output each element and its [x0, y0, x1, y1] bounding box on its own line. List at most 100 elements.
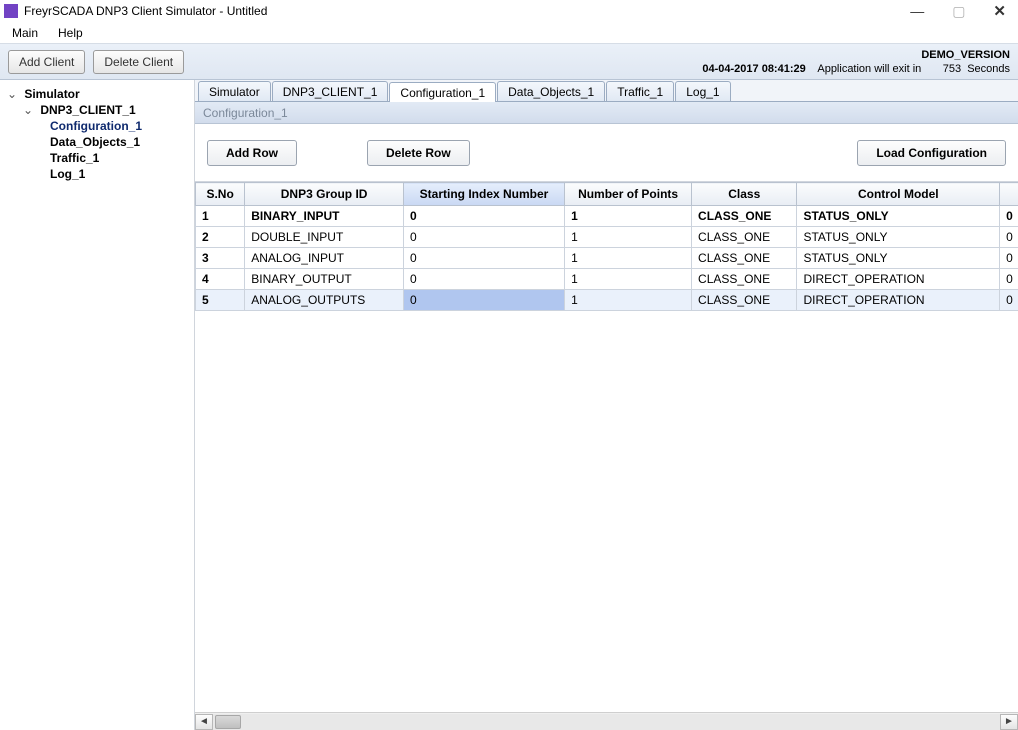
table-scroll[interactable]: S.NoDNP3 Group IDStarting Index NumberNu… [195, 182, 1018, 712]
table-cell[interactable]: 3 [196, 248, 245, 269]
status-datetime: 04-04-2017 08:41:29 [702, 63, 805, 75]
table-cell[interactable]: BINARY_OUTPUT [245, 269, 404, 290]
tab-log[interactable]: Log_1 [675, 81, 730, 101]
app-icon [4, 4, 18, 18]
tab-bar: Simulator DNP3_CLIENT_1 Configuration_1 … [195, 80, 1018, 102]
tree-client[interactable]: ⌄ DNP3_CLIENT_1 [16, 102, 194, 118]
table-cell[interactable]: CLASS_ONE [692, 290, 797, 311]
menu-main[interactable]: Main [8, 24, 42, 42]
table-cell[interactable]: 0 [1000, 290, 1018, 311]
titlebar: FreyrSCADA DNP3 Client Simulator - Untit… [0, 0, 1018, 22]
tree-configuration[interactable]: Configuration_1 [48, 118, 194, 134]
pane-header: Configuration_1 [195, 102, 1018, 124]
table-cell[interactable]: 0 [1000, 227, 1018, 248]
close-button[interactable]: ✕ [993, 2, 1006, 20]
tree-data-objects[interactable]: Data_Objects_1 [48, 134, 194, 150]
table-cell[interactable]: BINARY_INPUT [245, 206, 404, 227]
table-row[interactable]: 4BINARY_OUTPUT01CLASS_ONEDIRECT_OPERATIO… [196, 269, 1018, 290]
column-header[interactable]: Number of Points [565, 183, 692, 206]
table-cell[interactable]: ANALOG_INPUT [245, 248, 404, 269]
tree-traffic-label: Traffic_1 [48, 151, 101, 165]
table-row[interactable]: 3ANALOG_INPUT01CLASS_ONESTATUS_ONLY00 [196, 248, 1018, 269]
table-cell[interactable]: 0 [1000, 248, 1018, 269]
table-cell[interactable]: 1 [565, 227, 692, 248]
table-header-row: S.NoDNP3 Group IDStarting Index NumberNu… [196, 183, 1018, 206]
table-cell[interactable]: CLASS_ONE [692, 248, 797, 269]
table-cell[interactable]: 0 [1000, 269, 1018, 290]
column-header[interactable]: Control Model [797, 183, 1000, 206]
add-client-button[interactable]: Add Client [8, 50, 85, 74]
tree-log[interactable]: Log_1 [48, 166, 194, 182]
table-cell[interactable]: DOUBLE_INPUT [245, 227, 404, 248]
scroll-right-arrow-icon[interactable]: ► [1000, 714, 1018, 730]
table-cell[interactable]: 1 [565, 269, 692, 290]
table-cell[interactable]: 5 [196, 290, 245, 311]
delete-row-button[interactable]: Delete Row [367, 140, 470, 166]
table-cell[interactable]: ANALOG_OUTPUTS [245, 290, 404, 311]
table-cell[interactable]: CLASS_ONE [692, 269, 797, 290]
menu-help[interactable]: Help [54, 24, 87, 42]
table-cell[interactable]: 1 [565, 206, 692, 227]
tab-traffic[interactable]: Traffic_1 [606, 81, 674, 101]
scroll-thumb[interactable] [215, 715, 241, 729]
delete-client-button[interactable]: Delete Client [93, 50, 184, 74]
table-cell[interactable]: STATUS_ONLY [797, 206, 1000, 227]
minimize-button[interactable]: — [910, 3, 924, 19]
table-cell[interactable]: 0 [403, 290, 564, 311]
scroll-track[interactable] [213, 714, 1000, 730]
scroll-left-arrow-icon[interactable]: ◄ [195, 714, 213, 730]
table-cell[interactable]: 1 [565, 290, 692, 311]
horizontal-scrollbar[interactable]: ◄ ► [195, 712, 1018, 730]
config-table: S.NoDNP3 Group IDStarting Index NumberNu… [195, 182, 1018, 311]
table-cell[interactable]: 2 [196, 227, 245, 248]
table-cell[interactable]: 1 [565, 248, 692, 269]
main-area: ⌄ Simulator ⌄ DNP3_CLIENT_1 Configuratio… [0, 80, 1018, 730]
table-cell[interactable]: CLASS_ONE [692, 206, 797, 227]
table-cell[interactable]: STATUS_ONLY [797, 227, 1000, 248]
column-header[interactable]: Class [692, 183, 797, 206]
maximize-button[interactable]: ▢ [952, 3, 965, 20]
table-cell[interactable]: 1 [196, 206, 245, 227]
table-cell[interactable]: STATUS_ONLY [797, 248, 1000, 269]
table-cell[interactable]: 0 [403, 206, 564, 227]
status-line: 04-04-2017 08:41:29 Application will exi… [702, 62, 1010, 76]
tab-simulator[interactable]: Simulator [198, 81, 271, 101]
version-label: DEMO_VERSION [702, 48, 1010, 62]
table-cell[interactable]: 0 [1000, 206, 1018, 227]
column-header[interactable]: DNP3 Group ID [245, 183, 404, 206]
table-cell[interactable]: DIRECT_OPERATION [797, 269, 1000, 290]
table-cell[interactable]: 0 [403, 227, 564, 248]
table-row[interactable]: 5ANALOG_OUTPUTS01CLASS_ONEDIRECT_OPERATI… [196, 290, 1018, 311]
tab-configuration[interactable]: Configuration_1 [389, 82, 496, 102]
status-seconds-label: Seconds [967, 63, 1010, 75]
table-cell[interactable]: 4 [196, 269, 245, 290]
table-cell[interactable]: 0 [403, 269, 564, 290]
table-body: 1BINARY_INPUT01CLASS_ONESTATUS_ONLY002DO… [196, 206, 1018, 311]
chevron-down-icon[interactable]: ⌄ [22, 103, 34, 117]
load-configuration-button[interactable]: Load Configuration [857, 140, 1006, 166]
tree-root[interactable]: ⌄ Simulator [0, 86, 194, 102]
add-row-button[interactable]: Add Row [207, 140, 297, 166]
tab-dnp3-client[interactable]: DNP3_CLIENT_1 [272, 81, 389, 101]
table-cell[interactable]: 0 [403, 248, 564, 269]
tree-root-label: Simulator [22, 87, 81, 101]
column-header[interactable]: S.No [196, 183, 245, 206]
tree-configuration-label: Configuration_1 [48, 119, 144, 133]
tree-panel: ⌄ Simulator ⌄ DNP3_CLIENT_1 Configuratio… [0, 80, 195, 730]
tree-log-label: Log_1 [48, 167, 87, 181]
column-header[interactable]: SBO TimeOut [1000, 183, 1018, 206]
column-header[interactable]: Starting Index Number [403, 183, 564, 206]
status-exit-label: Application will exit in [817, 63, 921, 75]
status-seconds-value: 753 [943, 63, 961, 75]
table-row[interactable]: 2DOUBLE_INPUT01CLASS_ONESTATUS_ONLY00 [196, 227, 1018, 248]
table-row[interactable]: 1BINARY_INPUT01CLASS_ONESTATUS_ONLY00 [196, 206, 1018, 227]
tree-data-objects-label: Data_Objects_1 [48, 135, 142, 149]
content-panel: Simulator DNP3_CLIENT_1 Configuration_1 … [195, 80, 1018, 730]
tab-data-objects[interactable]: Data_Objects_1 [497, 81, 605, 101]
table-cell[interactable]: CLASS_ONE [692, 227, 797, 248]
table-cell[interactable]: DIRECT_OPERATION [797, 290, 1000, 311]
window-controls: — ▢ ✕ [910, 2, 1014, 20]
menubar: Main Help [0, 22, 1018, 44]
tree-traffic[interactable]: Traffic_1 [48, 150, 194, 166]
chevron-down-icon[interactable]: ⌄ [6, 87, 18, 101]
